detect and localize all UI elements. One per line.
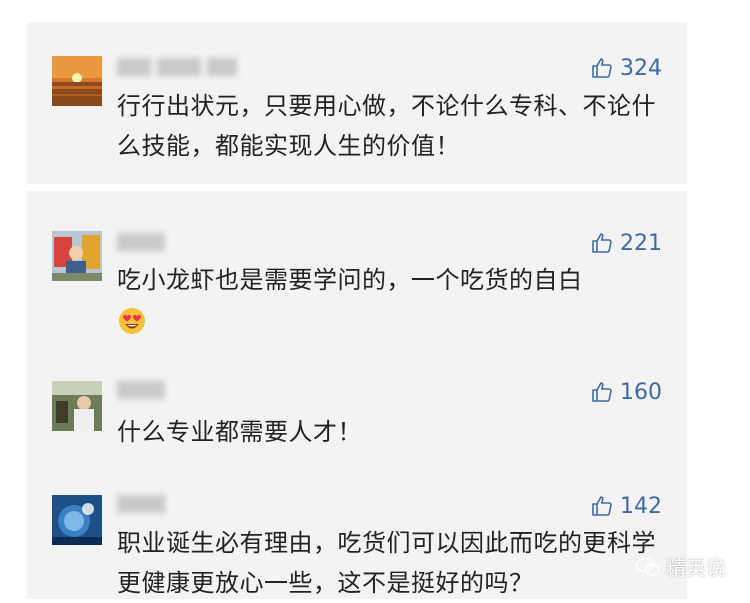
comment-card: 221 吃小龙虾也是需要学问的，一个吃货的自白 160 什么专业都需要人才！ 1…	[27, 191, 687, 599]
comment-text: 吃小龙虾也是需要学问的，一个吃货的自白	[117, 266, 583, 294]
username-blurred	[117, 381, 177, 401]
avatar[interactable]	[52, 381, 102, 431]
like-button[interactable]: 324	[590, 55, 662, 81]
comment-text: 行行出状元，只要用心做，不论什么专科、不论什么技能，都能实现人生的价值！	[117, 92, 656, 160]
watermark-text: 精英说	[666, 556, 726, 580]
username-blurred	[117, 233, 177, 253]
thumbs-up-icon	[592, 496, 612, 516]
avatar[interactable]	[52, 495, 102, 545]
username-blurred	[117, 495, 177, 515]
avatar[interactable]	[52, 231, 102, 281]
like-count: 142	[620, 493, 662, 519]
wechat-icon	[636, 557, 660, 576]
thumbs-up-icon	[592, 58, 612, 78]
thumbs-up-icon	[592, 233, 612, 253]
thumbs-up-icon	[592, 382, 612, 402]
like-button[interactable]: 142	[590, 493, 662, 519]
like-count: 324	[620, 55, 662, 81]
comment-text-block: 吃小龙虾也是需要学问的，一个吃货的自白	[117, 260, 657, 340]
like-count: 160	[620, 379, 662, 405]
comment-text: 什么专业都需要人才！	[117, 418, 362, 446]
like-button[interactable]: 160	[590, 379, 662, 405]
watermark: 精英说	[636, 552, 726, 581]
comment-card: 324 行行出状元，只要用心做，不论什么专科、不论什么技能，都能实现人生的价值！	[27, 22, 687, 184]
like-count: 221	[620, 230, 662, 256]
avatar[interactable]	[52, 56, 102, 106]
like-button[interactable]: 221	[590, 230, 662, 256]
heart-eyes-emoji-icon	[117, 306, 147, 336]
username-blurred	[117, 58, 247, 78]
comment-text: 职业诞生必有理由，吃货们可以因此而吃的更科学更健康更放心一些，这不是挺好的吗？	[117, 529, 656, 597]
